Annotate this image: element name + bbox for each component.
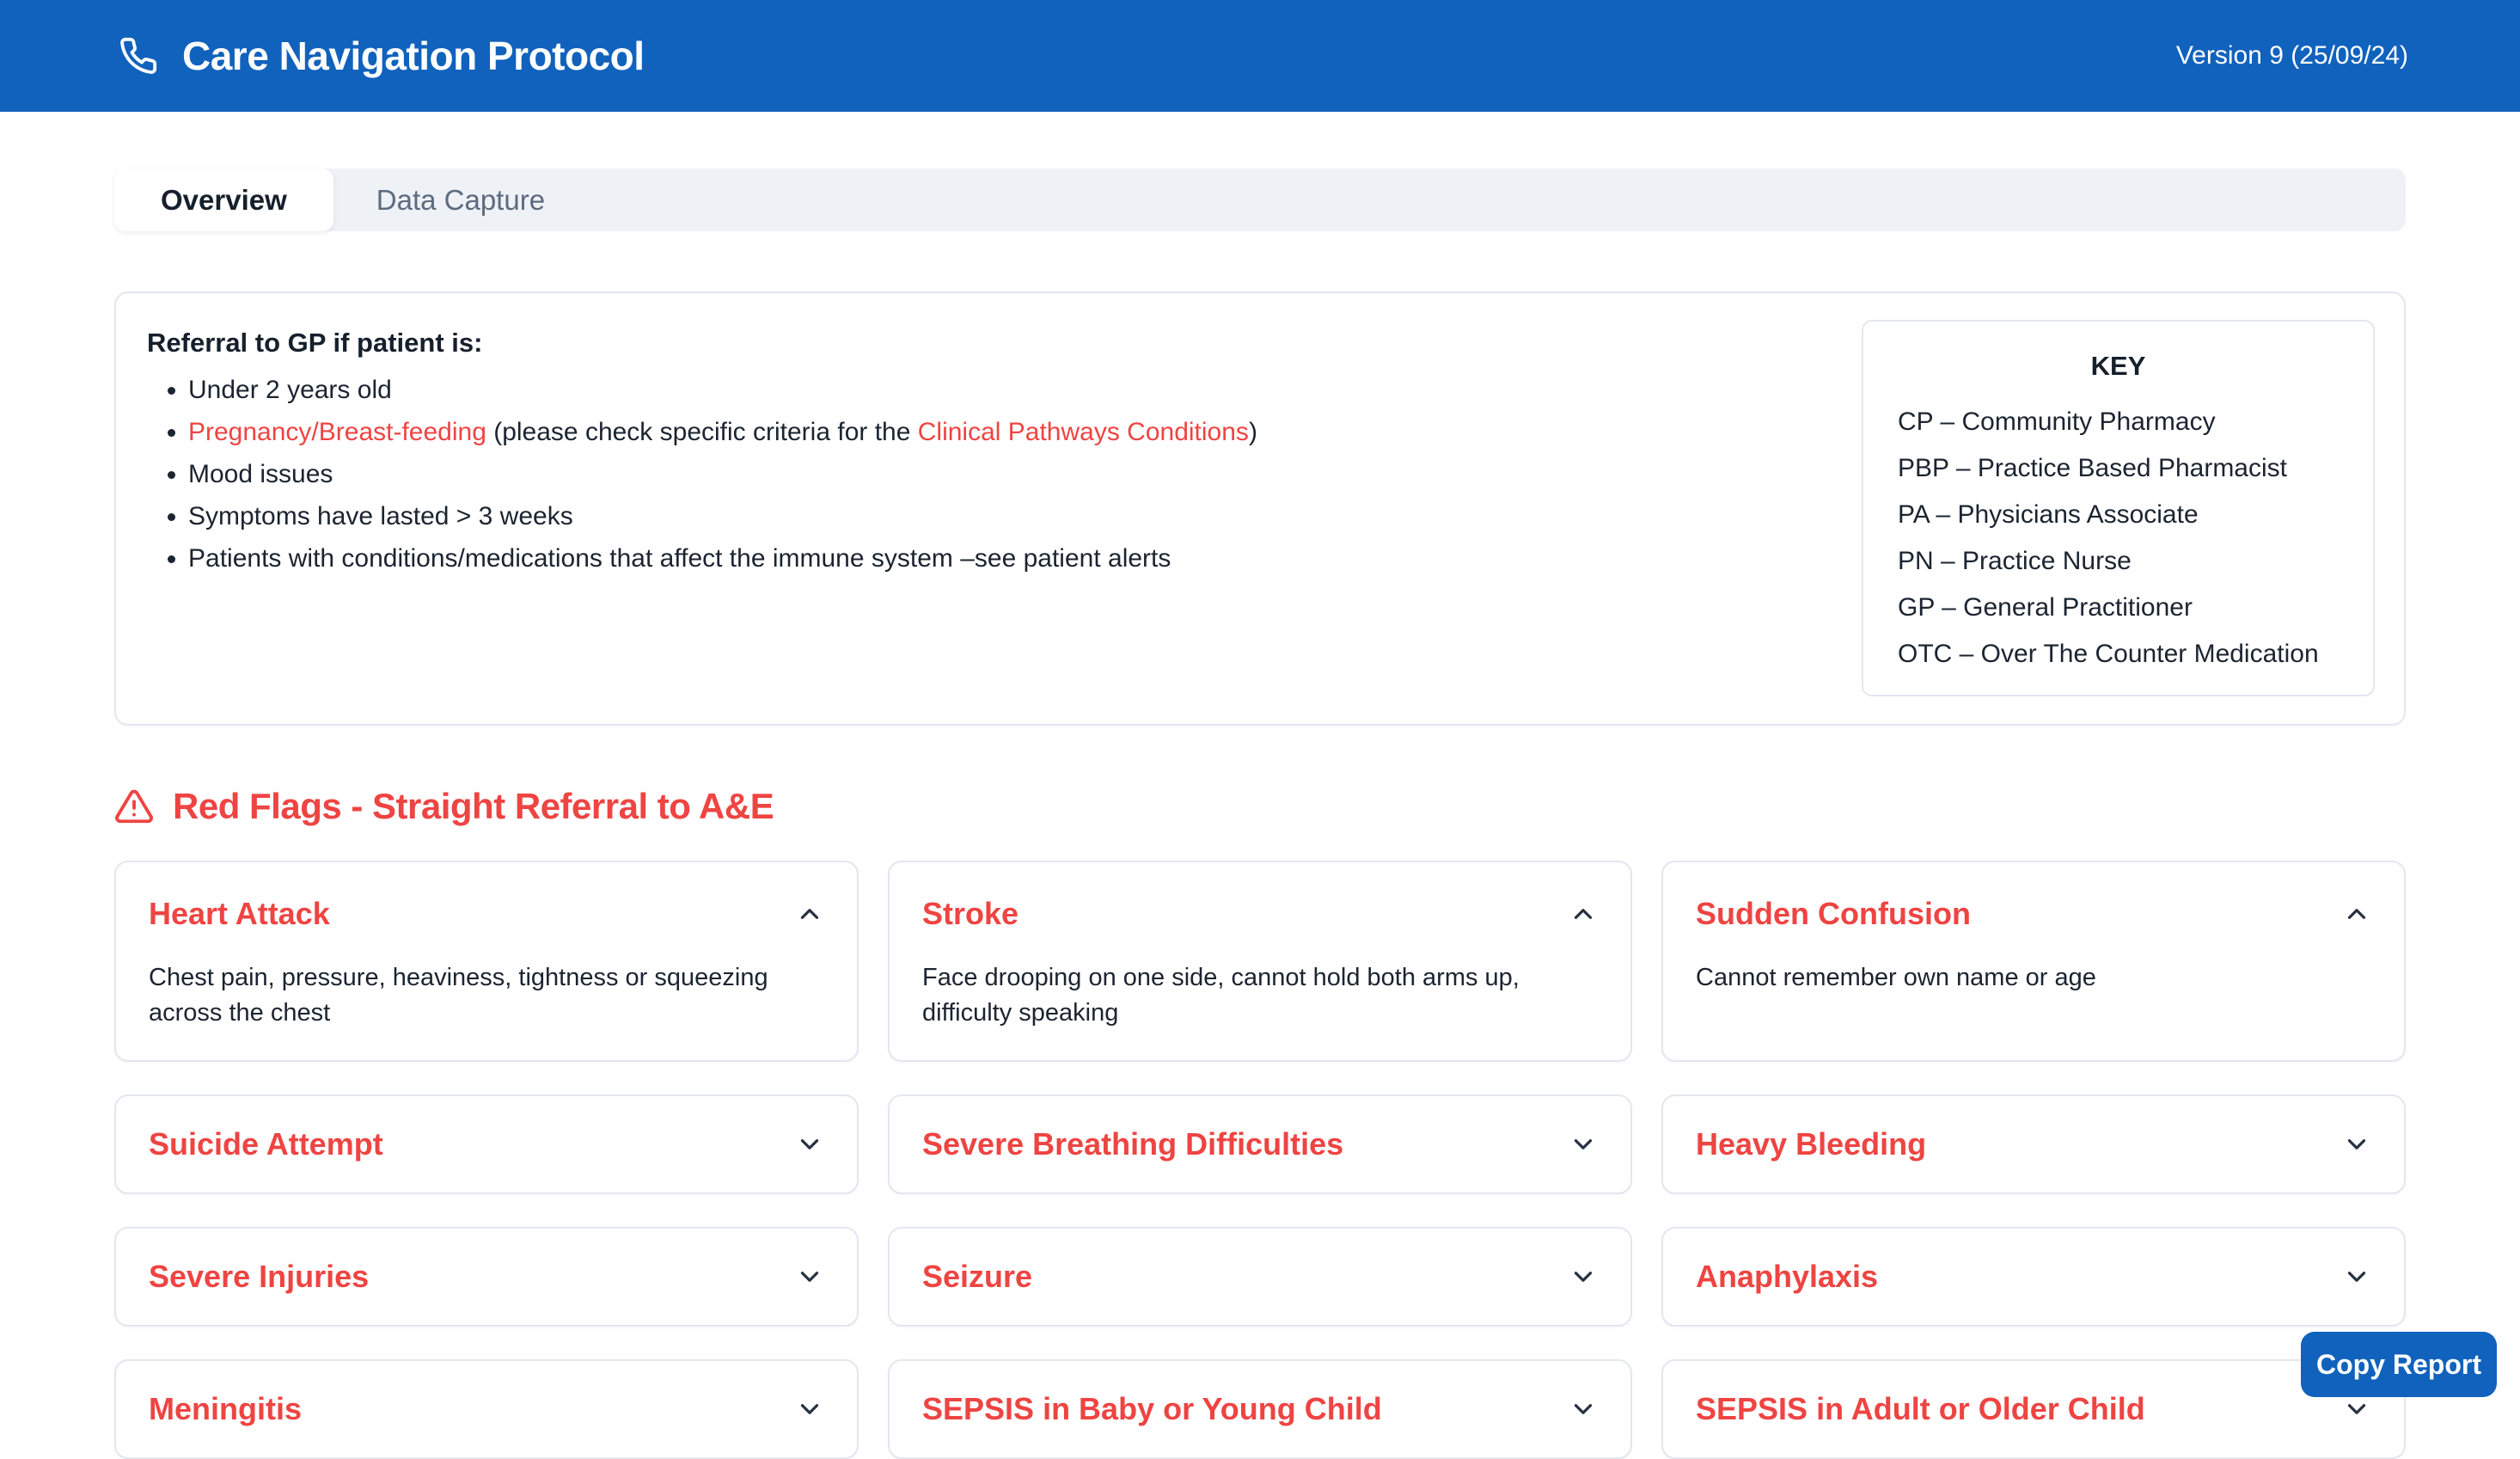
list-item: Symptoms have lasted > 3 weeks [188, 502, 1257, 531]
card-header[interactable]: Seizure [922, 1256, 1598, 1297]
card-title: Stroke [922, 893, 1018, 935]
card-header[interactable]: Stroke [922, 893, 1598, 935]
card-description: Chest pain, pressure, heaviness, tightne… [149, 960, 824, 1031]
card-description: Cannot remember own name or age [1696, 960, 2371, 996]
card-title: Severe Injuries [149, 1256, 369, 1297]
referral-item-text: (please check specific criteria for the [486, 418, 918, 446]
key-item: GP – General Practitioner [1898, 593, 2339, 622]
red-flag-cards-grid: Heart Attack Chest pain, pressure, heavi… [114, 861, 2406, 1459]
card-header[interactable]: Suicide Attempt [149, 1124, 824, 1165]
card-sepsis-adult-older-child[interactable]: SEPSIS in Adult or Older Child [1661, 1359, 2406, 1459]
referral-item-text: Mood issues [188, 460, 333, 488]
red-flags-section-header: Red Flags - Straight Referral to A&E [114, 782, 2406, 831]
header-title-group: Care Navigation Protocol [119, 33, 645, 79]
page-title: Care Navigation Protocol [182, 33, 645, 79]
tab-overview-label: Overview [161, 184, 287, 217]
card-title: Meningitis [149, 1389, 302, 1430]
card-header[interactable]: Severe Injuries [149, 1256, 824, 1297]
version-label: Version 9 (25/09/24) [2176, 41, 2408, 70]
referral-heading: Referral to GP if patient is: [147, 324, 1257, 362]
chevron-down-icon[interactable] [1569, 1262, 1598, 1291]
card-sepsis-baby-young-child[interactable]: SEPSIS in Baby or Young Child [888, 1359, 1632, 1459]
chevron-down-icon[interactable] [795, 1130, 824, 1159]
card-header[interactable]: Meningitis [149, 1389, 824, 1430]
card-title: Seizure [922, 1256, 1032, 1297]
card-title: SEPSIS in Adult or Older Child [1696, 1389, 2145, 1430]
chevron-up-icon[interactable] [795, 899, 824, 929]
copy-report-button[interactable]: Copy Report [2301, 1332, 2497, 1397]
key-item: PBP – Practice Based Pharmacist [1898, 454, 2339, 483]
referral-item-text: Under 2 years old [188, 376, 392, 404]
chevron-up-icon[interactable] [1569, 899, 1598, 929]
key-heading: KEY [1898, 351, 2339, 382]
card-seizure[interactable]: Seizure [888, 1227, 1632, 1327]
card-description: Face drooping on one side, cannot hold b… [922, 960, 1598, 1031]
card-anaphylaxis[interactable]: Anaphylaxis [1661, 1227, 2406, 1327]
tab-bar: Overview Data Capture [114, 169, 2406, 231]
card-title: Heavy Bleeding [1696, 1124, 1926, 1165]
card-header[interactable]: Sudden Confusion [1696, 893, 2371, 935]
chevron-down-icon[interactable] [1569, 1130, 1598, 1159]
card-heavy-bleeding[interactable]: Heavy Bleeding [1661, 1094, 2406, 1194]
chevron-down-icon[interactable] [1569, 1395, 1598, 1424]
card-title: Suicide Attempt [149, 1124, 383, 1165]
card-title: Heart Attack [149, 893, 330, 935]
referral-criteria-content: Referral to GP if patient is: Under 2 ye… [147, 324, 1257, 693]
alert-triangle-icon [114, 787, 154, 826]
app-header: Care Navigation Protocol Version 9 (25/0… [0, 0, 2520, 112]
phone-icon [119, 36, 158, 76]
referral-criteria-panel: Referral to GP if patient is: Under 2 ye… [114, 291, 2406, 726]
list-item: Patients with conditions/medications tha… [188, 544, 1257, 573]
abbreviation-key-panel: KEY CP – Community Pharmacy PBP – Practi… [1862, 320, 2375, 696]
referral-list: Under 2 years old Pregnancy/Breast-feedi… [147, 376, 1257, 573]
card-title: Sudden Confusion [1696, 893, 1971, 935]
chevron-down-icon[interactable] [2342, 1262, 2371, 1291]
card-header[interactable]: SEPSIS in Adult or Older Child [1696, 1389, 2371, 1430]
card-title: Anaphylaxis [1696, 1256, 1878, 1297]
key-item: PN – Practice Nurse [1898, 547, 2339, 576]
clinical-pathways-link[interactable]: Clinical Pathways Conditions [918, 418, 1249, 446]
card-sudden-confusion[interactable]: Sudden Confusion Cannot remember own nam… [1661, 861, 2406, 1062]
chevron-down-icon[interactable] [795, 1395, 824, 1424]
list-item: Under 2 years old [188, 376, 1257, 405]
pregnancy-breastfeeding-link[interactable]: Pregnancy/Breast-feeding [188, 418, 486, 446]
card-header[interactable]: Severe Breathing Difficulties [922, 1124, 1598, 1165]
card-header[interactable]: Heart Attack [149, 893, 824, 935]
card-severe-injuries[interactable]: Severe Injuries [114, 1227, 859, 1327]
card-header[interactable]: Anaphylaxis [1696, 1256, 2371, 1297]
card-meningitis[interactable]: Meningitis [114, 1359, 859, 1459]
list-item: Pregnancy/Breast-feeding (please check s… [188, 418, 1257, 447]
referral-item-text: ) [1249, 418, 1257, 446]
referral-item-text: Symptoms have lasted > 3 weeks [188, 502, 573, 530]
key-item: PA – Physicians Associate [1898, 500, 2339, 530]
key-item: OTC – Over The Counter Medication [1898, 640, 2339, 669]
red-flags-title: Red Flags - Straight Referral to A&E [173, 782, 774, 831]
chevron-down-icon[interactable] [2342, 1395, 2371, 1424]
card-severe-breathing-difficulties[interactable]: Severe Breathing Difficulties [888, 1094, 1632, 1194]
card-title: Severe Breathing Difficulties [922, 1124, 1343, 1165]
referral-item-text: Patients with conditions/medications tha… [188, 544, 1171, 573]
card-header[interactable]: Heavy Bleeding [1696, 1124, 2371, 1165]
tab-overview[interactable]: Overview [114, 169, 333, 231]
key-item: CP – Community Pharmacy [1898, 408, 2339, 437]
chevron-up-icon[interactable] [2342, 899, 2371, 929]
card-suicide-attempt[interactable]: Suicide Attempt [114, 1094, 859, 1194]
tab-data-capture[interactable]: Data Capture [333, 169, 588, 231]
key-list: CP – Community Pharmacy PBP – Practice B… [1898, 408, 2339, 669]
card-heart-attack[interactable]: Heart Attack Chest pain, pressure, heavi… [114, 861, 859, 1062]
card-stroke[interactable]: Stroke Face drooping on one side, cannot… [888, 861, 1632, 1062]
chevron-down-icon[interactable] [2342, 1130, 2371, 1159]
tab-data-capture-label: Data Capture [376, 184, 545, 217]
card-header[interactable]: SEPSIS in Baby or Young Child [922, 1389, 1598, 1430]
copy-report-label: Copy Report [2316, 1349, 2481, 1381]
chevron-down-icon[interactable] [795, 1262, 824, 1291]
card-title: SEPSIS in Baby or Young Child [922, 1389, 1382, 1430]
list-item: Mood issues [188, 460, 1257, 489]
